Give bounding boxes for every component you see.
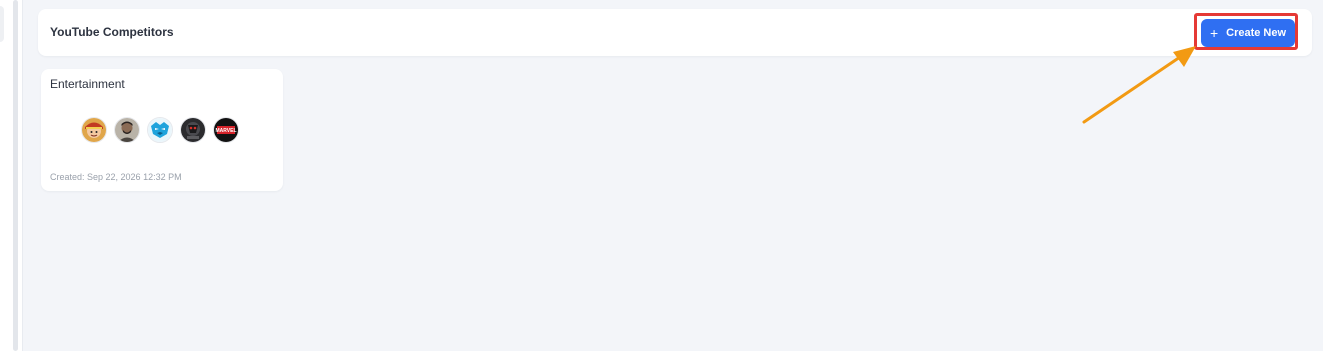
group-created-date: Created: Sep 22, 2026 12:32 PM	[50, 172, 182, 182]
annotation-arrow-icon	[1082, 46, 1196, 124]
channel-avatar-person-icon[interactable]	[114, 117, 140, 143]
sidebar-collapse-handle[interactable]	[0, 6, 4, 42]
create-new-button[interactable]: + Create New	[1201, 19, 1295, 47]
page-title: YouTube Competitors	[50, 25, 174, 39]
sidebar-scrollbar[interactable]	[13, 0, 18, 351]
app-window: YouTube Competitors + Create New Enterta…	[0, 0, 1323, 351]
create-new-label: Create New	[1226, 27, 1287, 39]
group-name: Entertainment	[50, 77, 125, 91]
channel-avatar-list: MARVEL	[81, 117, 239, 143]
channel-avatar-marvel-logo-icon[interactable]: MARVEL	[213, 117, 239, 143]
svg-text:MARVEL: MARVEL	[215, 128, 236, 134]
competitor-group-card[interactable]: Entertainment MARVEL Created: Sep 22, 20…	[41, 69, 283, 191]
channel-avatar-cartoon-icon[interactable]	[81, 117, 107, 143]
channel-avatar-dark-logo-icon[interactable]	[180, 117, 206, 143]
left-sidebar-rail	[0, 0, 23, 351]
channel-avatar-beast-logo-icon[interactable]	[147, 117, 173, 143]
plus-icon: +	[1209, 24, 1219, 41]
